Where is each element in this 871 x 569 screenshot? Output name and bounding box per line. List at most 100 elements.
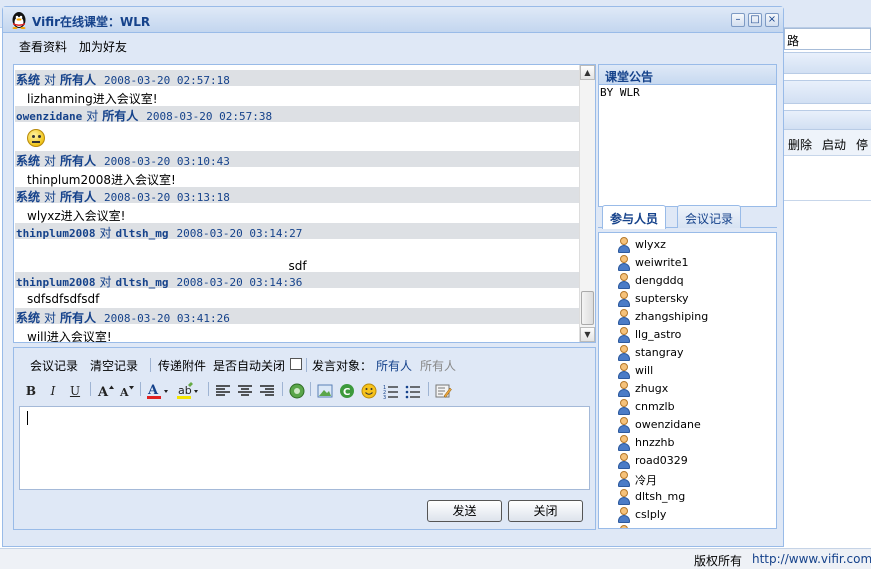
background-band [784,52,871,74]
message-text: sdfsdfsdfsdf [27,292,100,306]
speak-target-hint[interactable]: 所有人 [420,357,456,374]
member-name: stangray [635,346,684,359]
message-to: 对 [44,154,57,168]
message-sender[interactable]: owenzidane [16,110,82,123]
highlight-color-icon[interactable]: ab [176,382,202,400]
members-panel: 参与人员 会议记录 wlyxz weiwrite1 dengddq supter… [598,203,777,529]
member-name: weiwrite1 [635,256,689,269]
font-size-decrease-icon[interactable]: A [118,382,136,400]
toolbar-separator [208,382,209,396]
align-left-icon[interactable] [214,382,232,400]
message-item: 系统对所有人 2008-03-20 02:57:18 lizhanming进入会议… [15,70,580,106]
ordered-list-icon[interactable]: 123 [382,382,400,401]
scrollbar-thumb[interactable] [581,291,594,325]
message-to: 对 [44,190,57,204]
background-start-button[interactable]: 启动 [822,136,846,153]
message-target[interactable]: 所有人 [60,311,96,325]
member-name: hnzzhb [635,436,675,449]
close-composer-button[interactable]: 关闭 [508,500,583,522]
background-input[interactable]: 路 [784,28,871,50]
member-name: suptersky [635,292,689,305]
member-name: lizhanming [635,526,695,528]
scroll-down-arrow-icon[interactable]: ▼ [580,327,595,342]
message-header: 系统对所有人 2008-03-20 03:41:26 [15,308,580,325]
auto-close-checkbox[interactable] [290,358,302,370]
background-delete-button[interactable]: 删除 [788,136,812,153]
user-icon [617,471,631,487]
message-text: will进入会议室! [27,330,112,343]
dialog-menubar: 查看资料 加为好友 [4,34,782,58]
insert-link-icon[interactable] [288,382,306,400]
font-color-icon[interactable]: A [146,382,172,400]
unordered-list-icon[interactable] [404,382,422,400]
member-list[interactable]: wlyxz weiwrite1 dengddq suptersky zhangs… [598,232,777,529]
scroll-up-arrow-icon[interactable]: ▲ [580,65,595,80]
background-band [784,80,871,104]
send-button[interactable]: 发送 [427,500,502,522]
italic-button[interactable]: I [44,382,62,400]
message-target[interactable]: 所有人 [60,154,96,168]
member-name: dltsh_mg [635,490,686,503]
message-to: 对 [44,73,57,87]
member-tabs: 参与人员 会议记录 [598,203,777,229]
message-text: wlyxz进入会议室! [27,209,126,223]
bold-button[interactable]: B [22,382,40,400]
message-header: thinplum2008 对 dltsh_mg 2008-03-20 03:14:36 [15,272,580,289]
message-sender[interactable]: thinplum2008 [16,276,95,289]
message-target[interactable]: 所有人 [60,190,96,204]
message-item: owenzidane 对所有人 2008-03-20 02:57:38 [15,106,580,156]
tab-meeting-record[interactable]: 会议记录 [677,205,742,228]
align-center-icon[interactable] [236,382,254,400]
close-button[interactable]: × [765,13,779,27]
dialog-titlebar[interactable]: Vifir在线课堂：WLR – □ × [3,7,783,33]
maximize-button[interactable]: □ [748,13,762,27]
insert-image-icon[interactable] [316,382,334,400]
message-target[interactable]: 所有人 [60,73,96,87]
source-edit-icon[interactable] [434,382,452,400]
smiley-icon [27,129,45,147]
toolbar-separator [90,382,91,396]
insert-flash-icon[interactable]: C [338,382,356,400]
svg-text:A: A [147,383,159,398]
toolbar-separator [306,358,307,372]
member-name: wlyxz [635,238,666,251]
message-sender[interactable]: thinplum2008 [16,227,95,240]
underline-button[interactable]: U [66,382,84,400]
footer-link[interactable]: http://www.vifir.com [752,552,871,566]
message-target[interactable]: dltsh_mg [116,276,169,289]
align-right-icon[interactable] [258,382,276,400]
message-sender[interactable]: 系统 [16,154,40,168]
classroom-dialog: Vifir在线课堂：WLR – □ × 查看资料 加为好友 系统对所有人 2008… [2,6,784,547]
tab-participants[interactable]: 参与人员 [602,205,667,229]
menu-add-friend[interactable]: 加为好友 [79,38,127,55]
background-band [784,110,871,130]
menu-view-profile[interactable]: 查看资料 [19,38,67,55]
clear-record-button[interactable]: 清空记录 [90,357,138,374]
toolbar-separator [310,382,311,396]
background-stop-button[interactable]: 停 [856,136,868,153]
user-icon [617,291,631,307]
send-attachment-button[interactable]: 传递附件 [158,357,206,374]
notice-panel: 课堂公告 BY WLR [598,64,777,207]
message-target[interactable]: dltsh_mg [116,227,169,240]
message-scrollbar[interactable]: ▲ ▼ [579,65,595,342]
message-time: 2008-03-20 03:13:18 [104,191,230,204]
user-icon [617,255,631,271]
message-history[interactable]: 系统对所有人 2008-03-20 02:57:18 lizhanming进入会议… [13,64,596,343]
svg-text:C: C [343,387,350,398]
speak-target-value[interactable]: 所有人 [376,357,412,374]
message-item: thinplum2008 对 dltsh_mg 2008-03-20 03:14:36… [15,272,580,308]
message-input[interactable] [19,406,590,490]
message-item: 系统对所有人 2008-03-20 03:41:26 will进入会议室! [15,308,580,343]
message-target[interactable]: 所有人 [102,109,138,123]
message-sender[interactable]: 系统 [16,73,40,87]
member-name: owenzidane [635,418,701,431]
message-time: 2008-03-20 02:57:38 [146,110,273,123]
minimize-button[interactable]: – [731,13,745,27]
insert-emoticon-icon[interactable] [360,382,378,400]
message-sender[interactable]: 系统 [16,311,40,325]
meeting-record-button[interactable]: 会议记录 [30,357,78,374]
member-name: road0329 [635,454,688,467]
font-size-increase-icon[interactable]: A [96,382,114,400]
message-sender[interactable]: 系统 [16,190,40,204]
